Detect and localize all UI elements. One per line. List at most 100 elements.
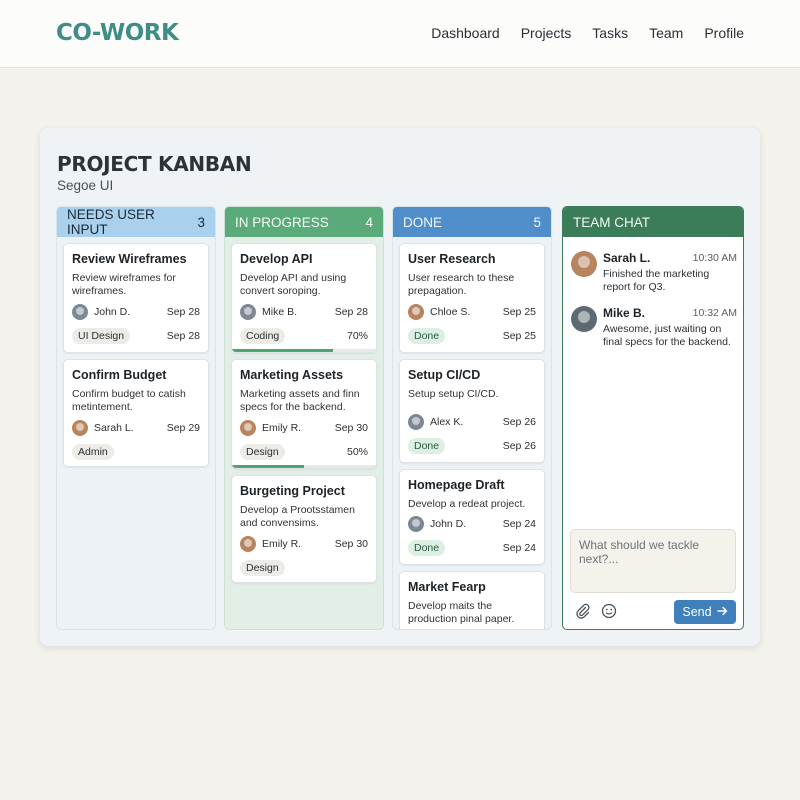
- progress-bar: [232, 465, 376, 468]
- task-card-homepage-draft[interactable]: Homepage Draft Develop a redeat project.…: [399, 469, 545, 565]
- card-assignee: Emily R.: [240, 536, 301, 552]
- task-card-confirm-budget[interactable]: Confirm Budget Confirm budget to catish …: [63, 359, 209, 467]
- card-assignee: Alex K.: [408, 414, 463, 430]
- card-assignee: Sarah L.: [72, 420, 134, 436]
- column-in-progress: IN PROGRESS 4 Develop API Develop API an…: [224, 206, 384, 630]
- nav-tasks[interactable]: Tasks: [592, 25, 628, 41]
- column-title: NEEDS USER INPUT: [67, 207, 155, 237]
- column-title: DONE: [403, 214, 443, 230]
- card-description: Develop maits the production pinal paper…: [408, 600, 515, 625]
- app-logo[interactable]: CO-WORK: [56, 20, 179, 46]
- card-tag-date: Sep 25: [502, 330, 536, 342]
- card-description: Confirm budget to catish metintement.: [72, 388, 186, 413]
- card-due-date: Sep 30: [334, 538, 368, 550]
- card-title: Setup CI/CD: [408, 368, 481, 382]
- card-tag-done[interactable]: Done: [408, 540, 446, 556]
- assignee-name: John D.: [94, 306, 131, 318]
- message-sender: Sarah L.: [603, 251, 651, 265]
- card-description: User research to these prepagation.: [408, 272, 515, 297]
- progress-bar: [232, 349, 376, 352]
- card-due-date: Sep 29: [166, 422, 200, 434]
- task-card-marketing-assets[interactable]: Marketing Assets Marketing assets and fi…: [231, 359, 377, 469]
- avatar-male-icon: [408, 516, 424, 532]
- card-due-date: Sep 24: [502, 518, 536, 530]
- message-text: Awesome, just waiting on final specs for…: [603, 323, 731, 348]
- nav-projects[interactable]: Projects: [521, 25, 572, 41]
- column-header[interactable]: DONE 5: [393, 207, 551, 237]
- assignee-name: Sarah L.: [94, 422, 134, 434]
- nav-dashboard[interactable]: Dashboard: [431, 25, 500, 41]
- paperclip-icon[interactable]: [575, 603, 591, 623]
- nav-profile[interactable]: Profile: [704, 25, 744, 41]
- column-title: IN PROGRESS: [235, 214, 329, 230]
- column-count: 5: [533, 214, 541, 230]
- task-card-burgeting-project[interactable]: Burgeting Project Develop a Prootsstamen…: [231, 475, 377, 583]
- avatar-male-icon: [240, 304, 256, 320]
- team-chat-panel: TEAM CHAT Sarah L. 10:30 AM Finished the…: [562, 206, 744, 630]
- avatar-male-icon: [571, 306, 597, 332]
- chat-message-input[interactable]: [570, 529, 736, 593]
- progress-percent: 50%: [346, 446, 368, 458]
- card-description: Review wireframes for wireframes.: [72, 272, 176, 297]
- chat-message: Sarah L. 10:30 AM Finished the marketing…: [571, 251, 737, 299]
- card-title: User Research: [408, 252, 496, 266]
- card-tag[interactable]: Design: [240, 560, 285, 576]
- card-description: Develop API and using convert soroping.: [240, 272, 347, 297]
- task-card-setup-ci-cd[interactable]: Setup CI/CD Setup setup CI/CD. Alex K. S…: [399, 359, 545, 463]
- column-header[interactable]: NEEDS USER INPUT 3: [57, 207, 215, 237]
- arrow-right-icon: [716, 605, 728, 619]
- card-assignee: John D.: [72, 304, 130, 320]
- assignee-name: Chloe S.: [430, 306, 471, 318]
- card-due-date: Sep 26: [502, 416, 536, 428]
- card-assignee: Mike B.: [240, 304, 297, 320]
- card-tag[interactable]: UI Design: [72, 328, 131, 344]
- nav-team[interactable]: Team: [649, 25, 683, 41]
- avatar-male-icon: [72, 304, 88, 320]
- chat-title: TEAM CHAT: [573, 214, 650, 230]
- page-subtitle: Segoe UI: [57, 178, 114, 193]
- assignee-name: John D.: [430, 518, 467, 530]
- card-title: Confirm Budget: [72, 368, 167, 382]
- card-tag-date: Sep 28: [166, 330, 200, 342]
- card-assignee: Emily R.: [240, 420, 301, 436]
- card-tag[interactable]: Admin: [72, 444, 114, 460]
- card-assignee: Chloe S.: [408, 304, 470, 320]
- message-text: Finished the marketing report for Q3.: [603, 268, 710, 293]
- avatar-female-icon: [240, 420, 256, 436]
- avatar-female-icon: [571, 251, 597, 277]
- card-tag-done[interactable]: Done: [408, 328, 446, 344]
- card-due-date: Sep 25: [502, 306, 536, 318]
- card-description: Develop a redeat project.: [408, 498, 526, 510]
- chat-tools: [575, 603, 617, 623]
- message-time: 10:30 AM: [692, 252, 737, 264]
- task-card-user-research[interactable]: User Research User research to these pre…: [399, 243, 545, 353]
- card-title: Marketing Assets: [240, 368, 344, 382]
- assignee-name: Mike B.: [262, 306, 298, 318]
- message-sender: Mike B.: [603, 306, 646, 320]
- column-header[interactable]: IN PROGRESS 4: [225, 207, 383, 237]
- card-title: Burgeting Project: [240, 484, 345, 498]
- card-tag[interactable]: Coding: [240, 328, 286, 344]
- task-card-review-wireframes[interactable]: Review Wireframes Review wireframes for …: [63, 243, 209, 353]
- assignee-name: Alex K.: [430, 416, 464, 428]
- smiley-icon[interactable]: [601, 603, 617, 623]
- message-time: 10:32 AM: [692, 307, 737, 319]
- card-tag-done[interactable]: Done: [408, 438, 446, 454]
- chat-message: Mike B. 10:32 AM Awesome, just waiting o…: [571, 306, 737, 356]
- column-count: 3: [197, 214, 205, 230]
- avatar-female-icon: [72, 420, 88, 436]
- task-card-develop-api[interactable]: Develop API Develop API and using conver…: [231, 243, 377, 353]
- card-description: Setup setup CI/CD.: [408, 388, 499, 400]
- task-card-market-fearp[interactable]: Market Fearp Develop maits the productio…: [399, 571, 545, 629]
- card-tag-date: Sep 26: [502, 440, 536, 452]
- send-button[interactable]: Send: [674, 600, 736, 624]
- column-count: 4: [365, 214, 373, 230]
- top-navbar: CO-WORK Dashboard Projects Tasks Team Pr…: [0, 0, 800, 68]
- card-due-date: Sep 28: [166, 306, 200, 318]
- avatar-male-icon: [408, 414, 424, 430]
- card-title: Homepage Draft: [408, 478, 505, 492]
- chat-header: TEAM CHAT: [563, 207, 743, 237]
- card-tag[interactable]: Design: [240, 444, 285, 460]
- card-description: Marketing assets and finn specs for the …: [240, 388, 360, 413]
- card-description: Develop a Prootsstamen and convensims.: [240, 504, 355, 529]
